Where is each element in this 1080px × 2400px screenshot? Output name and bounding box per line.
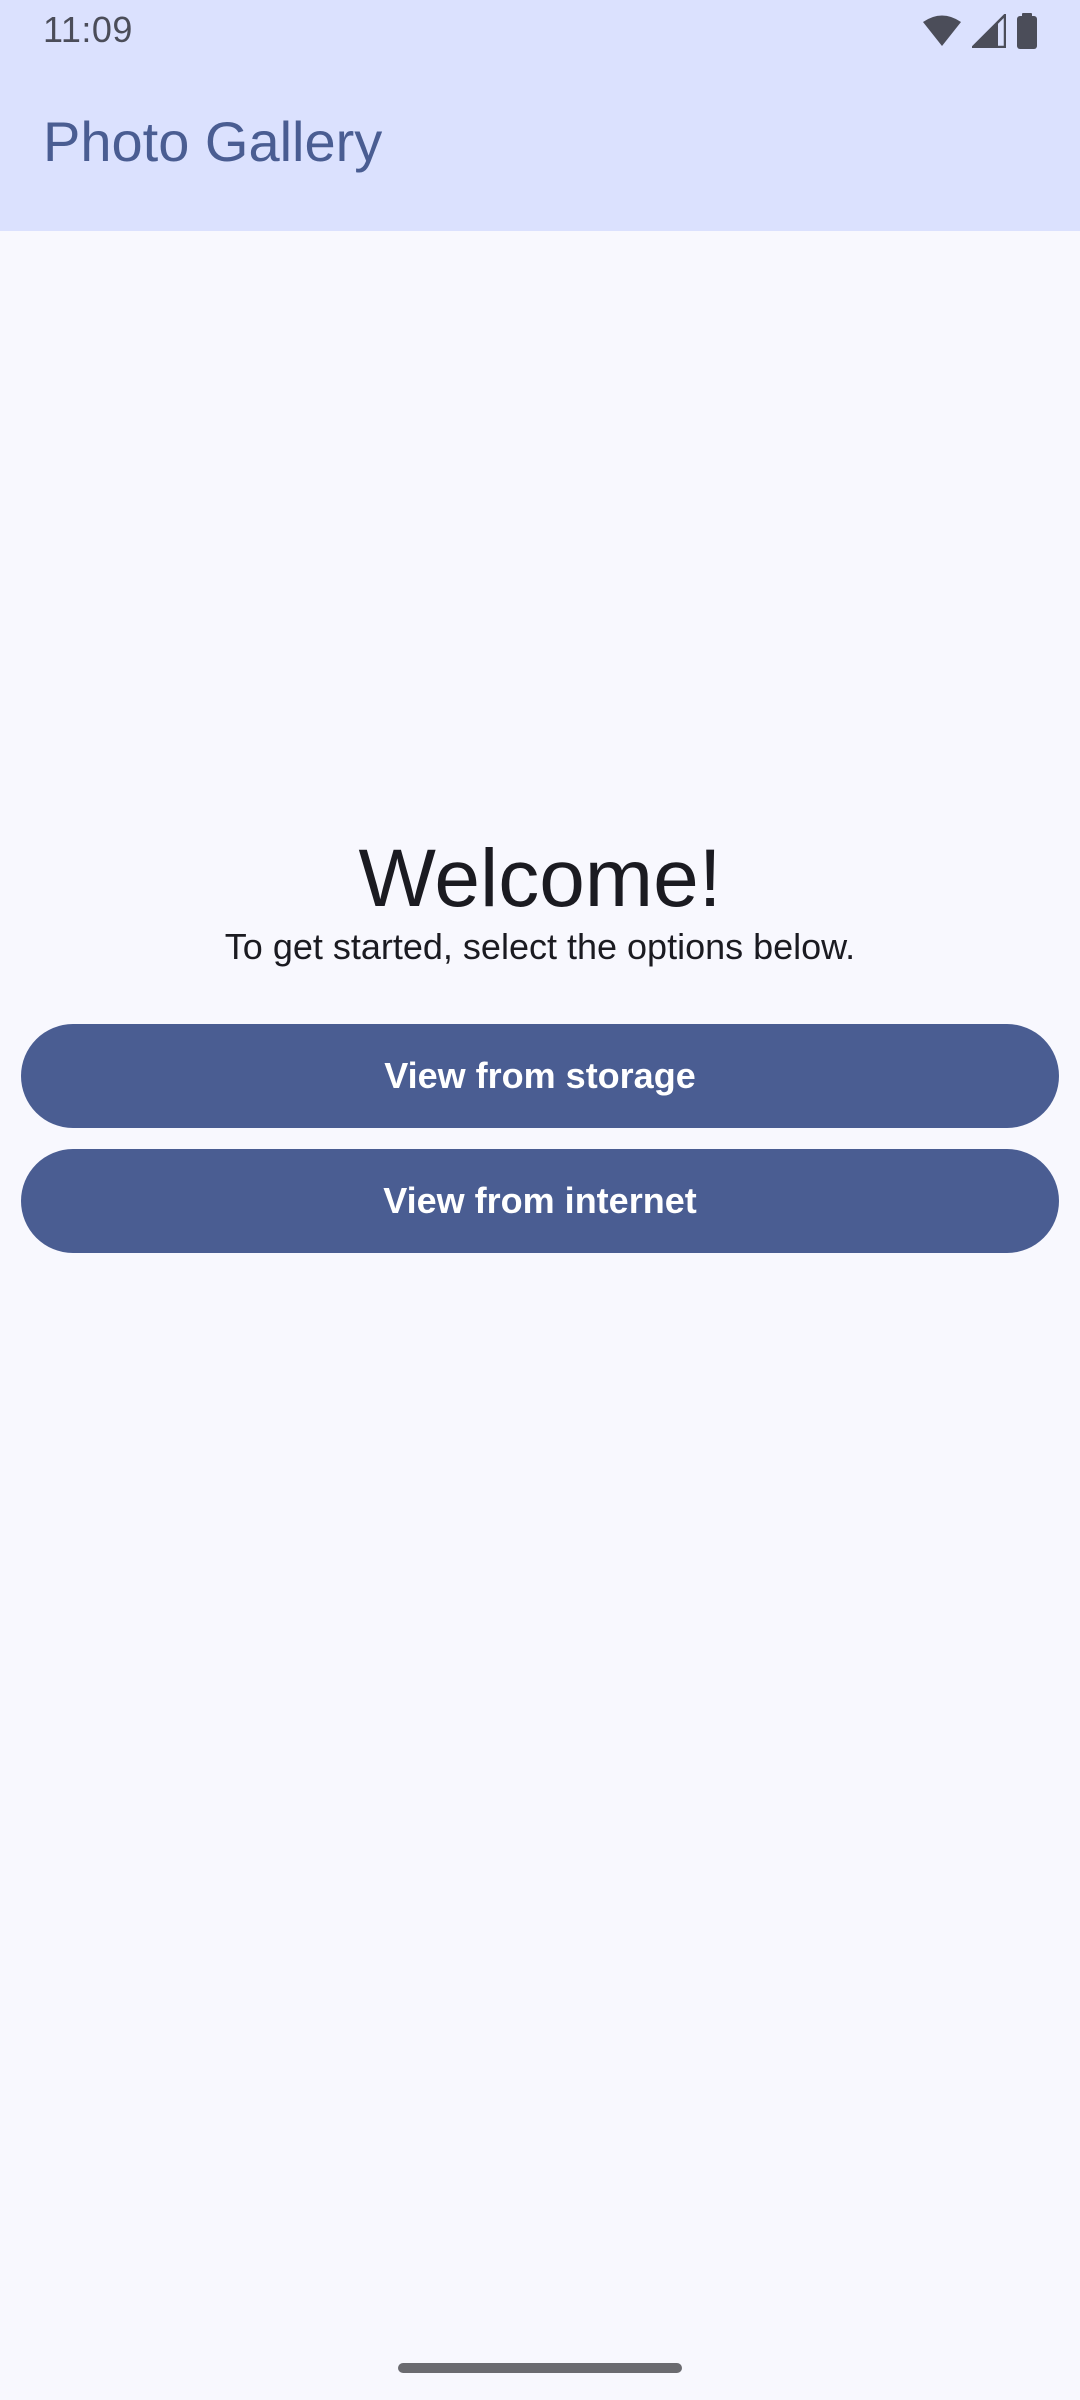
view-from-storage-button[interactable]: View from storage — [21, 1024, 1059, 1128]
cellular-signal-icon — [972, 14, 1006, 48]
status-icons — [922, 13, 1038, 49]
battery-icon — [1016, 13, 1038, 49]
welcome-heading: Welcome! — [358, 833, 722, 924]
view-from-internet-button[interactable]: View from internet — [21, 1149, 1059, 1253]
welcome-subtitle: To get started, select the options below… — [224, 926, 856, 967]
top-app-bar: 11:09 Photo Gallery — [0, 0, 1080, 231]
status-time: 11:09 — [43, 9, 133, 50]
wifi-icon — [922, 15, 962, 47]
gesture-navigation-bar[interactable] — [398, 2363, 682, 2373]
app-title: Photo Gallery — [43, 110, 383, 173]
